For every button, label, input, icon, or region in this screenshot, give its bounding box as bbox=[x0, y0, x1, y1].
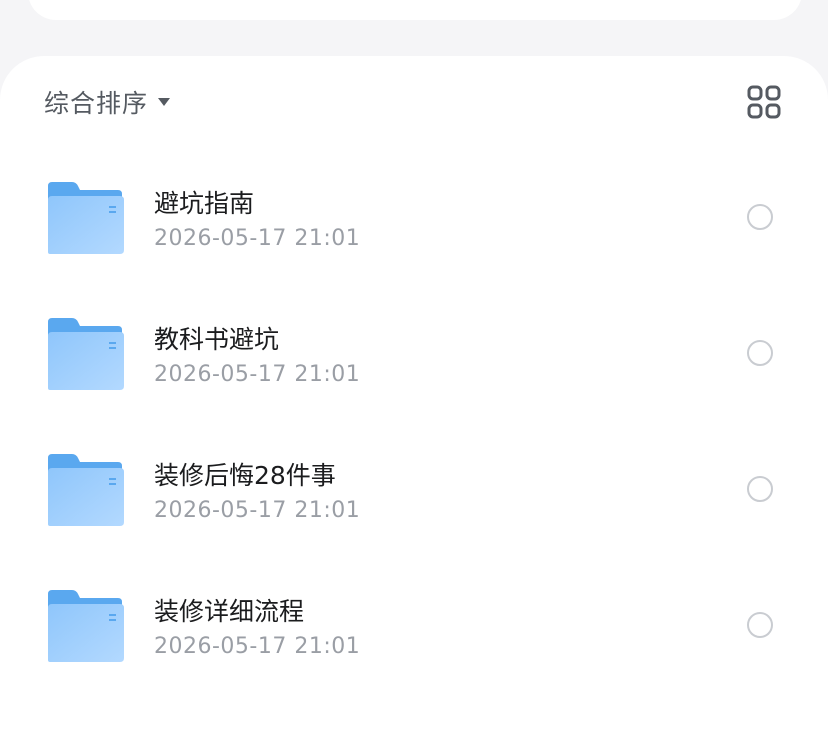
folder-date: 2026-05-17 21:01 bbox=[154, 226, 361, 251]
sort-dropdown[interactable]: 综合排序 bbox=[44, 84, 171, 120]
folder-row[interactable]: 装修后悔28件事 2026-05-17 21:01 bbox=[0, 454, 828, 564]
folder-name: 装修后悔28件事 bbox=[154, 461, 336, 490]
folder-name: 避坑指南 bbox=[154, 189, 255, 218]
select-radio[interactable] bbox=[747, 612, 773, 638]
folder-date: 2026-05-17 21:01 bbox=[154, 634, 361, 659]
folder-name: 教科书避坑 bbox=[154, 325, 280, 354]
grid-view-toggle[interactable] bbox=[746, 84, 782, 120]
folder-icon bbox=[48, 590, 124, 662]
sort-label: 综合排序 bbox=[44, 89, 149, 118]
folder-row[interactable]: 教科书避坑 2026-05-17 21:01 bbox=[0, 318, 828, 428]
select-radio[interactable] bbox=[747, 204, 773, 230]
grid-view-icon bbox=[747, 85, 781, 119]
caret-down-icon bbox=[158, 98, 171, 106]
folder-icon bbox=[48, 318, 124, 390]
folder-date: 2026-05-17 21:01 bbox=[154, 362, 361, 387]
folder-date: 2026-05-17 21:01 bbox=[154, 498, 361, 523]
folder-row[interactable]: 避坑指南 2026-05-17 21:01 bbox=[0, 182, 828, 292]
select-radio[interactable] bbox=[747, 340, 773, 366]
folder-icon bbox=[48, 454, 124, 526]
select-radio[interactable] bbox=[747, 476, 773, 502]
folder-row[interactable]: 装修详细流程 2026-05-17 21:01 bbox=[0, 590, 828, 700]
folder-icon bbox=[48, 182, 124, 254]
top-card bbox=[28, 0, 802, 20]
folder-name: 装修详细流程 bbox=[154, 597, 305, 626]
